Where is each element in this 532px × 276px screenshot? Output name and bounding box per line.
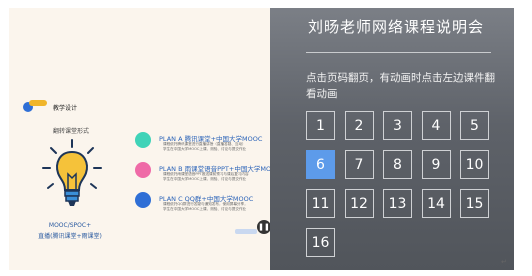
page-button-15[interactable]: 15: [460, 189, 489, 218]
page-button-2[interactable]: 2: [344, 111, 374, 140]
mooc-line-2: 直播(腾讯课堂+雨课堂): [38, 233, 102, 240]
page-navigator-panel: 刘旸老师网络课程说明会 点击页码翻页，有动画时点击左边课件翻看动画 123456…: [270, 8, 514, 270]
page-button-3[interactable]: 3: [383, 111, 412, 140]
mooc-line-1: MOOC/SPOC+: [48, 222, 92, 229]
slide-badge: [235, 229, 257, 234]
lightbulb-icon: [42, 139, 102, 206]
plan-b-marker: [135, 162, 151, 178]
mode-title: 翻转课堂形式: [53, 128, 90, 135]
plan-a-desc-line: 学生在中国大学MOOC上课、测验、讨论与提交作业: [163, 147, 247, 151]
plan-c-desc-line: 学生在中国大学MOOC上课、测验、讨论与提交作业: [163, 207, 247, 211]
page-button-5[interactable]: 5: [460, 111, 489, 140]
page-button-1[interactable]: 1: [306, 111, 335, 140]
page-button-6[interactable]: 6: [306, 150, 335, 179]
page-button-11[interactable]: 11: [306, 189, 335, 218]
page-button-16[interactable]: 16: [306, 228, 335, 257]
plan-b-desc: 课程依托雨课堂语音PPT推送课前预习与课后复习内容 学生在中国大学MOOC上课、…: [163, 172, 249, 182]
section-tag-icon: [23, 100, 47, 112]
page-button-10[interactable]: 10: [460, 150, 489, 179]
course-slide[interactable]: 教学设计 翻转课堂形式 MOOC/SPOC+ 直播(腾讯课堂+雨课堂) PLAN…: [9, 8, 271, 270]
page-button-9[interactable]: 9: [421, 150, 451, 179]
plan-b-desc-line: 学生在中国大学MOOC上课、测验、讨论与提交作业: [163, 177, 247, 181]
pause-icon[interactable]: ❚❚: [257, 220, 271, 234]
plan-a-desc: 课程依托腾讯课堂进行直播讲授（直播答疑、互动） 学生在中国大学MOOC上课、测验…: [163, 142, 246, 152]
plan-c-desc: 课程依托QQ群进行答疑与通知发布，使用屏幕分享， 学生在中国大学MOOC上课、测…: [163, 202, 248, 212]
panel-title: 刘旸老师网络课程说明会: [308, 18, 485, 36]
plan-a-marker: [135, 132, 151, 148]
paragraph-mark: ↵: [501, 258, 507, 266]
plan-c-marker: [135, 192, 151, 208]
page-button-7[interactable]: 7: [344, 150, 374, 179]
panel-hint: 点击页码翻页，有动画时点击左边课件翻看动画: [306, 72, 495, 100]
page-button-14[interactable]: 14: [421, 189, 451, 218]
viewer-frame: 教学设计 翻转课堂形式 MOOC/SPOC+ 直播(腾讯课堂+雨课堂) PLAN…: [9, 8, 514, 270]
page-button-12[interactable]: 12: [344, 189, 374, 218]
section-tag: 教学设计: [23, 100, 78, 112]
page-button-13[interactable]: 13: [383, 189, 412, 218]
section-tag-label: 教学设计: [53, 104, 78, 112]
page-button-8[interactable]: 8: [383, 150, 412, 179]
panel-divider: [306, 52, 491, 53]
page-button-4[interactable]: 4: [421, 111, 451, 140]
